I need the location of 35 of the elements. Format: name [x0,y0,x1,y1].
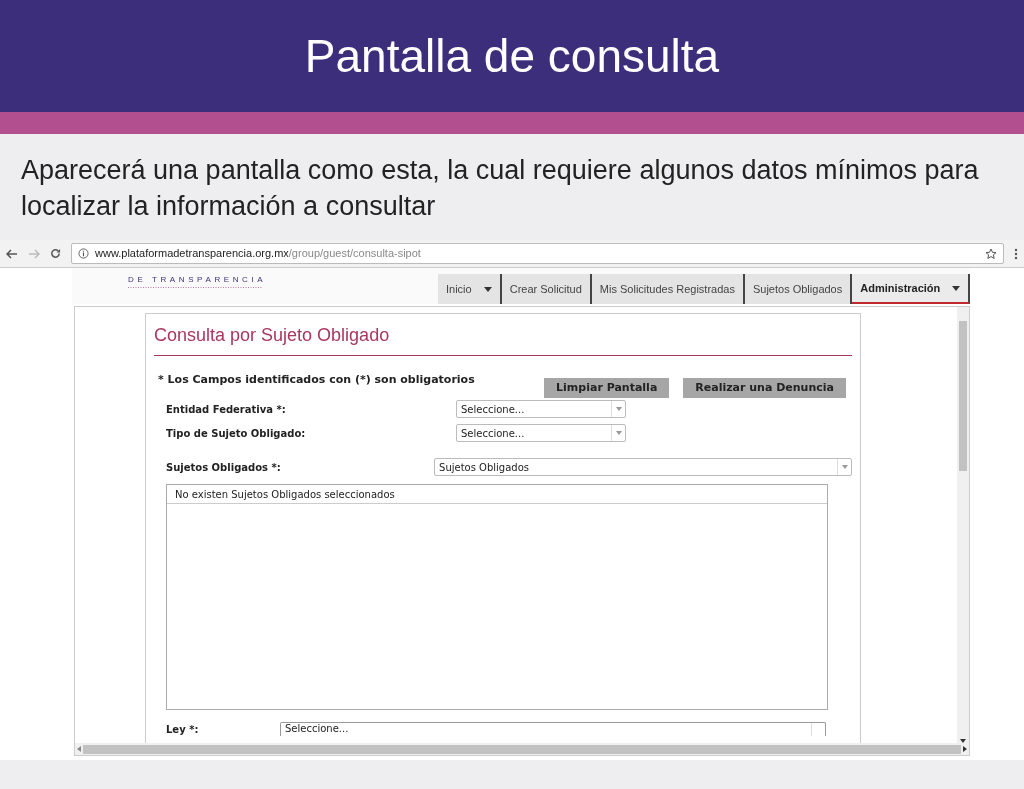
field-label: Tipo de Sujeto Obligado: [166,426,307,441]
select-field[interactable]: Seleccione... [456,424,626,442]
caret-icon [841,465,848,469]
back-icon[interactable] [6,248,18,259]
scrollbar-thumb[interactable] [959,321,968,471]
caret-icon [615,431,622,435]
list-box[interactable]: No existen Sujetos Obligados seleccionados [166,484,828,710]
url-text: www.plataformadetransparencia.org.mx/group/guest/consulta-sipot [95,246,422,262]
field-label: Ley *: [166,723,200,737]
action-button[interactable]: Limpiar Pantalla [544,378,670,398]
slide-text: Aparecerá una pantalla como esta, la cual requiere algunos datos mínimos para localizar la información a consultar [21,154,980,223]
action-button[interactable]: Realizar una Denuncia [683,378,846,398]
nav-tab[interactable]: Administración [852,274,971,304]
field-label: Entidad Federativa *: [166,402,287,417]
nav-tab[interactable]: Crear Solicitud [501,274,592,304]
nav-tab[interactable]: Inicio [438,274,502,304]
required-note: * Los Campos identificados con (*) son obligatorios [157,372,476,388]
slide-title: Pantalla de consulta [304,33,720,79]
reload-icon[interactable] [50,248,61,259]
logo-text: DE TRANSPARENCIA [128,274,268,286]
form-title: Consulta por Sujeto Obligado [154,324,390,347]
nav-tab[interactable]: Mis Solicitudes Registradas [591,274,745,304]
menu-icon[interactable] [1014,247,1018,260]
info-icon [78,248,89,259]
star-icon[interactable] [985,247,997,260]
scrollbar-thumb[interactable] [83,744,962,754]
scroll-left-icon[interactable] [77,746,81,752]
nav-tab[interactable]: Sujetos Obligados [744,274,853,304]
field-label: Sujetos Obligados *: [166,460,282,475]
caret-icon [615,407,622,411]
select-field[interactable]: Seleccione... [456,400,626,418]
list-header: No existen Sujetos Obligados seleccionados [175,487,395,502]
address-bar[interactable]: www.plataformadetransparencia.org.mx/group/guest/consulta-sipot [71,243,1004,264]
select-field[interactable]: Seleccione... [280,722,826,736]
select-field[interactable]: Sujetos Obligados [434,458,852,476]
